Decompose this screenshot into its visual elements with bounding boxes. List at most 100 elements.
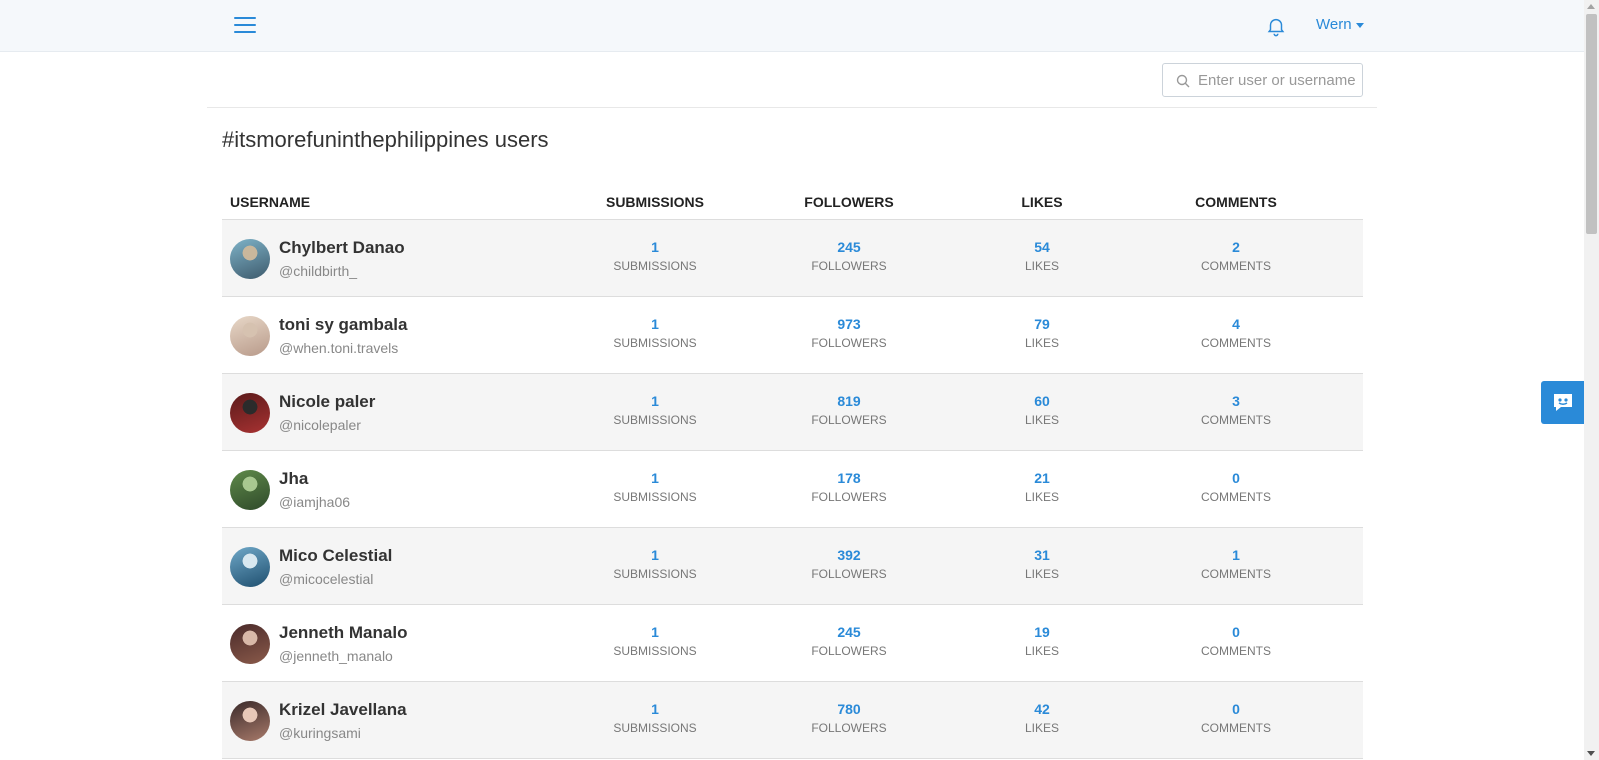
- stat-comments-value[interactable]: 3: [1141, 393, 1331, 409]
- stat-likes: 42 LIKES: [947, 701, 1137, 735]
- user-menu-dropdown[interactable]: Wern: [1316, 16, 1364, 33]
- scroll-up-icon[interactable]: [1587, 4, 1595, 9]
- stat-comments-label: COMMENTS: [1201, 413, 1271, 427]
- stat-followers-value[interactable]: 392: [754, 547, 944, 563]
- stat-likes-value[interactable]: 42: [947, 701, 1137, 717]
- stat-submissions-value[interactable]: 1: [560, 624, 750, 640]
- stat-comments-value[interactable]: 0: [1141, 470, 1331, 486]
- stat-followers-value[interactable]: 245: [754, 624, 944, 640]
- user-display-name[interactable]: Krizel Javellana: [279, 700, 407, 720]
- stat-submissions-label: SUBMISSIONS: [613, 567, 697, 581]
- avatar[interactable]: [230, 470, 270, 510]
- user-search[interactable]: [1162, 63, 1363, 97]
- avatar[interactable]: [230, 624, 270, 664]
- stat-submissions-label: SUBMISSIONS: [613, 259, 697, 273]
- stat-submissions-label: SUBMISSIONS: [613, 721, 697, 735]
- stat-likes-value[interactable]: 21: [947, 470, 1137, 486]
- stat-likes-value[interactable]: 31: [947, 547, 1137, 563]
- user-display-name[interactable]: Nicole paler: [279, 392, 375, 412]
- avatar[interactable]: [230, 547, 270, 587]
- stat-submissions-label: SUBMISSIONS: [613, 336, 697, 350]
- user-handle[interactable]: @kuringsami: [279, 725, 361, 741]
- table-row: Jenneth Manalo @jenneth_manalo 1 SUBMISSION…: [222, 605, 1363, 682]
- search-input[interactable]: [1198, 70, 1358, 91]
- user-display-name[interactable]: Jha: [279, 469, 308, 489]
- table-body: Chylbert Danao @childbirth_ 1 SUBMISSIONS 24…: [222, 220, 1363, 759]
- user-handle[interactable]: @nicolepaler: [279, 417, 361, 433]
- stat-submissions: 1 SUBMISSIONS: [560, 701, 750, 735]
- stat-followers-label: FOLLOWERS: [811, 490, 887, 504]
- stat-comments-value[interactable]: 4: [1141, 316, 1331, 332]
- stat-comments: 1 COMMENTS: [1141, 547, 1331, 581]
- stat-comments-value[interactable]: 2: [1141, 239, 1331, 255]
- stat-followers-label: FOLLOWERS: [811, 336, 887, 350]
- stat-submissions-label: SUBMISSIONS: [613, 413, 697, 427]
- stat-submissions-value[interactable]: 1: [560, 316, 750, 332]
- user-handle[interactable]: @iamjha06: [279, 494, 350, 510]
- avatar[interactable]: [230, 316, 270, 356]
- stat-followers-value[interactable]: 973: [754, 316, 944, 332]
- stat-likes-label: LIKES: [1024, 336, 1060, 350]
- stat-comments-value[interactable]: 0: [1141, 624, 1331, 640]
- column-header-username[interactable]: USERNAME: [230, 194, 310, 210]
- stat-likes-label: LIKES: [1024, 413, 1060, 427]
- stat-submissions-value[interactable]: 1: [560, 393, 750, 409]
- avatar[interactable]: [230, 239, 270, 279]
- user-display-name[interactable]: Mico Celestial: [279, 546, 392, 566]
- stat-comments: 0 COMMENTS: [1141, 701, 1331, 735]
- stat-followers-value[interactable]: 178: [754, 470, 944, 486]
- column-header-likes[interactable]: LIKES: [947, 194, 1137, 210]
- page-scrollbar[interactable]: [1584, 0, 1599, 760]
- stat-comments-label: COMMENTS: [1201, 644, 1271, 658]
- stat-likes-label: LIKES: [1024, 259, 1060, 273]
- user-handle[interactable]: @when.toni.travels: [279, 340, 398, 356]
- stat-followers: 245 FOLLOWERS: [754, 624, 944, 658]
- stat-comments-label: COMMENTS: [1201, 259, 1271, 273]
- stat-submissions-value[interactable]: 1: [560, 470, 750, 486]
- bell-icon[interactable]: [1265, 15, 1287, 37]
- avatar[interactable]: [230, 701, 270, 741]
- stat-followers: 245 FOLLOWERS: [754, 239, 944, 273]
- stat-submissions-value[interactable]: 1: [560, 239, 750, 255]
- stat-followers-label: FOLLOWERS: [811, 644, 887, 658]
- stat-submissions: 1 SUBMISSIONS: [560, 624, 750, 658]
- stat-followers-label: FOLLOWERS: [811, 413, 887, 427]
- stat-likes: 79 LIKES: [947, 316, 1137, 350]
- stat-likes-value[interactable]: 79: [947, 316, 1137, 332]
- stat-likes: 21 LIKES: [947, 470, 1137, 504]
- chat-button[interactable]: [1541, 381, 1584, 424]
- stat-likes-value[interactable]: 19: [947, 624, 1137, 640]
- stat-submissions-label: SUBMISSIONS: [613, 490, 697, 504]
- user-display-name[interactable]: Chylbert Danao: [279, 238, 405, 258]
- user-handle[interactable]: @jenneth_manalo: [279, 648, 393, 664]
- stat-likes-label: LIKES: [1024, 567, 1060, 581]
- column-header-followers[interactable]: FOLLOWERS: [754, 194, 944, 210]
- user-handle[interactable]: @childbirth_: [279, 263, 357, 279]
- stat-followers-value[interactable]: 780: [754, 701, 944, 717]
- column-header-submissions[interactable]: SUBMISSIONS: [560, 194, 750, 210]
- stat-likes-label: LIKES: [1024, 721, 1060, 735]
- stat-comments-value[interactable]: 0: [1141, 701, 1331, 717]
- user-display-name[interactable]: Jenneth Manalo: [279, 623, 407, 643]
- stat-followers-label: FOLLOWERS: [811, 567, 887, 581]
- stat-likes-value[interactable]: 54: [947, 239, 1137, 255]
- stat-followers-value[interactable]: 819: [754, 393, 944, 409]
- stat-submissions-value[interactable]: 1: [560, 701, 750, 717]
- table-header: USERNAME SUBMISSIONS FOLLOWERS LIKES COM…: [222, 186, 1363, 220]
- users-table: USERNAME SUBMISSIONS FOLLOWERS LIKES COM…: [222, 186, 1363, 759]
- hamburger-menu-icon[interactable]: [234, 17, 256, 33]
- table-row: Krizel Javellana @kuringsami 1 SUBMISSIONS 7…: [222, 682, 1363, 759]
- avatar[interactable]: [230, 393, 270, 433]
- column-header-comments[interactable]: COMMENTS: [1141, 194, 1331, 210]
- stat-followers-value[interactable]: 245: [754, 239, 944, 255]
- top-navbar: Wern: [0, 0, 1584, 52]
- user-handle[interactable]: @micocelestial: [279, 571, 373, 587]
- divider: [207, 107, 1377, 108]
- stat-comments-value[interactable]: 1: [1141, 547, 1331, 563]
- scrollbar-thumb[interactable]: [1586, 14, 1597, 234]
- user-display-name[interactable]: toni sy gambala: [279, 315, 407, 335]
- stat-likes-value[interactable]: 60: [947, 393, 1137, 409]
- scroll-down-icon[interactable]: [1587, 751, 1595, 756]
- stat-followers: 178 FOLLOWERS: [754, 470, 944, 504]
- stat-submissions-value[interactable]: 1: [560, 547, 750, 563]
